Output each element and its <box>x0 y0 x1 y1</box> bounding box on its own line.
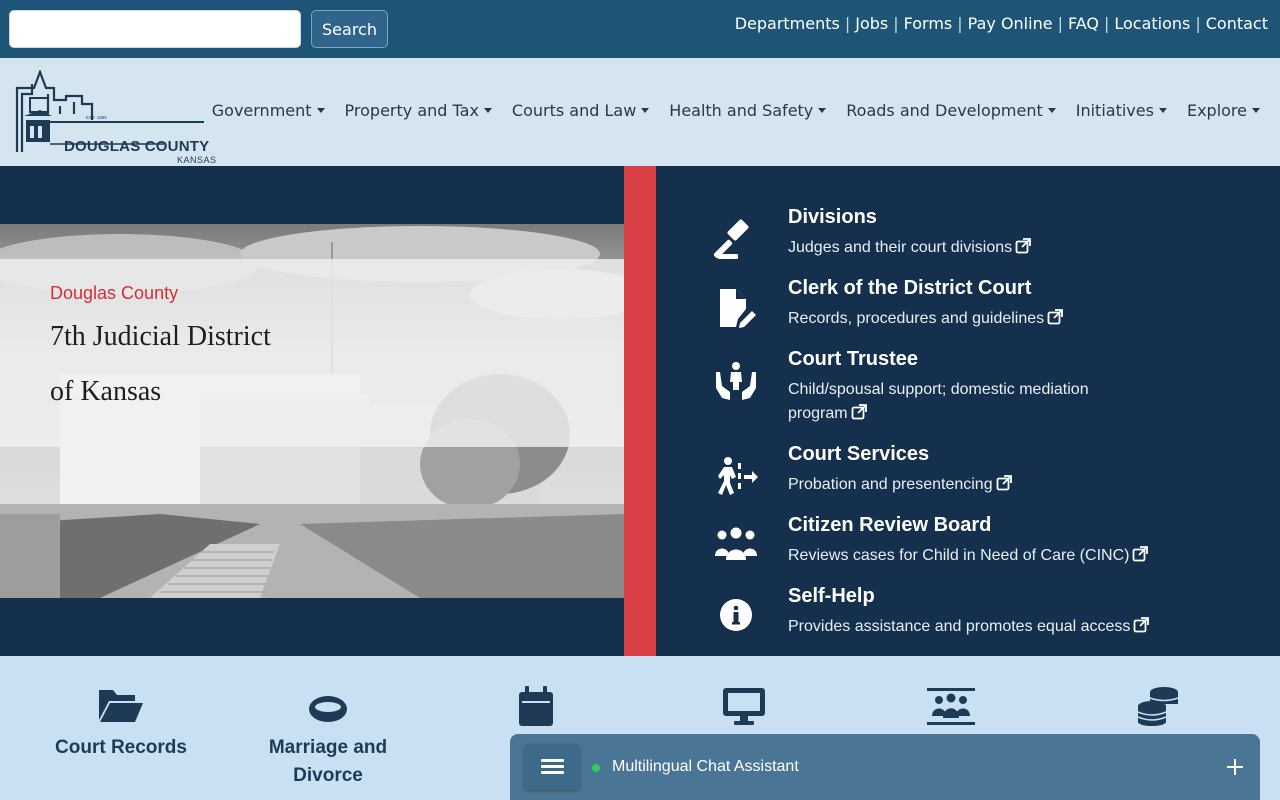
caret-down-icon <box>641 108 650 113</box>
hero-section: Douglas County 7th Judicial District of … <box>0 166 1280 656</box>
quick-link-payments[interactable] <box>1068 686 1248 734</box>
quick-link-court-records[interactable]: Court Records <box>31 686 211 762</box>
link-title: Court Services <box>788 443 930 465</box>
nav-government[interactable]: Government <box>212 101 325 120</box>
utility-links: Departments | Jobs | Forms | Pay Online | FAQ | Lo… <box>734 14 1268 33</box>
nav-property-and-tax[interactable]: Property and Tax <box>345 101 492 120</box>
chat-menu-button[interactable] <box>524 744 580 790</box>
ring-icon <box>309 696 347 722</box>
quick-link-jury[interactable] <box>861 686 1041 734</box>
hero-caption: Douglas County 7th Judicial District of … <box>0 259 624 447</box>
link-description: Provides assistance and promotes equal a… <box>788 615 1150 639</box>
main-nav: Government Property and Tax Courts and L… <box>192 101 1260 120</box>
quick-link-marriage-and-divorce[interactable]: Marriage and Divorce <box>238 686 418 790</box>
external-link-icon <box>851 404 867 420</box>
person-walking-arrow-icon <box>718 457 758 495</box>
link-description: Judges and their court divisions <box>788 236 1032 260</box>
link-title: Court Trustee <box>788 348 919 370</box>
quick-link-online[interactable] <box>654 686 834 734</box>
external-link-icon <box>996 475 1012 491</box>
link-description: Child/spousal support; domestic mediatio… <box>788 381 1089 422</box>
caret-down-icon <box>1252 108 1260 113</box>
accent-divider <box>624 166 656 656</box>
svg-text:EST. 1855: EST. 1855 <box>86 115 107 120</box>
link-jobs[interactable]: Jobs <box>855 14 888 33</box>
external-link-icon <box>1015 238 1032 254</box>
hands-holding-child-icon <box>716 362 756 400</box>
external-link-icon <box>1047 309 1064 325</box>
online-status-dot <box>592 764 600 772</box>
people-group-icon <box>715 527 757 560</box>
link-faq[interactable]: FAQ <box>1068 14 1099 33</box>
county-logo[interactable]: EST. 1855 DOUGLAS COUNTY KANSAS <box>14 68 216 165</box>
chat-title: Multilingual Chat Assistant <box>612 758 799 775</box>
link-pay-online[interactable]: Pay Online <box>968 14 1053 33</box>
link-forms[interactable]: Forms <box>904 14 953 33</box>
top-bar: Search Departments | Jobs | Forms | Pay Online… <box>0 0 1280 58</box>
people-line-icon <box>927 688 975 725</box>
caret-down-icon <box>316 108 325 113</box>
info-circle-icon <box>720 599 752 631</box>
link-title: Self-Help <box>788 585 875 607</box>
nav-initiatives[interactable]: Initiatives <box>1076 101 1167 120</box>
link-description: Records, procedures and guidelines <box>788 307 1064 331</box>
link-title: Citizen Review Board <box>788 514 992 536</box>
calendar-icon <box>519 686 553 726</box>
link-description: Probation and presentencing <box>788 473 1012 497</box>
external-link-icon <box>1133 546 1149 562</box>
nav-roads-and-development[interactable]: Roads and Development <box>846 101 1056 120</box>
file-signature-icon <box>720 289 756 328</box>
hero-subtitle: Douglas County <box>50 283 179 303</box>
link-description: Reviews cases for Child in Need of Care … <box>788 544 1149 568</box>
caret-down-icon <box>818 108 827 113</box>
folder-open-icon <box>99 690 143 722</box>
plus-icon[interactable] <box>1226 758 1244 776</box>
logo-name: DOUGLAS COUNTY <box>64 138 210 155</box>
site-header: EST. 1855 DOUGLAS COUNTY KANSAS Governme… <box>0 58 1280 166</box>
link-contact[interactable]: Contact <box>1206 14 1268 33</box>
link-title: Clerk of the District Court <box>788 277 1032 299</box>
hero-title-line-1: 7th Judicial District <box>50 321 271 352</box>
search-input[interactable] <box>9 10 301 48</box>
search-button[interactable]: Search <box>311 10 388 48</box>
nav-health-and-safety[interactable]: Health and Safety <box>669 101 827 120</box>
caret-down-icon <box>1047 108 1056 113</box>
gavel-icon <box>713 219 749 259</box>
chat-widget[interactable]: Multilingual Chat Assistant <box>510 734 1260 800</box>
desktop-icon <box>723 688 765 725</box>
coins-icon <box>1137 687 1179 726</box>
external-link-icon <box>1134 617 1150 633</box>
logo-state: KANSAS <box>177 155 217 165</box>
nav-courts-and-law[interactable]: Courts and Law <box>512 101 650 120</box>
caret-down-icon <box>483 108 492 113</box>
link-departments[interactable]: Departments <box>735 14 840 33</box>
link-locations[interactable]: Locations <box>1114 14 1190 33</box>
link-title: Divisions <box>788 206 877 228</box>
caret-down-icon <box>1158 108 1167 113</box>
nav-explore[interactable]: Explore <box>1187 101 1260 120</box>
hero-title-line-2: of Kansas <box>50 376 162 407</box>
